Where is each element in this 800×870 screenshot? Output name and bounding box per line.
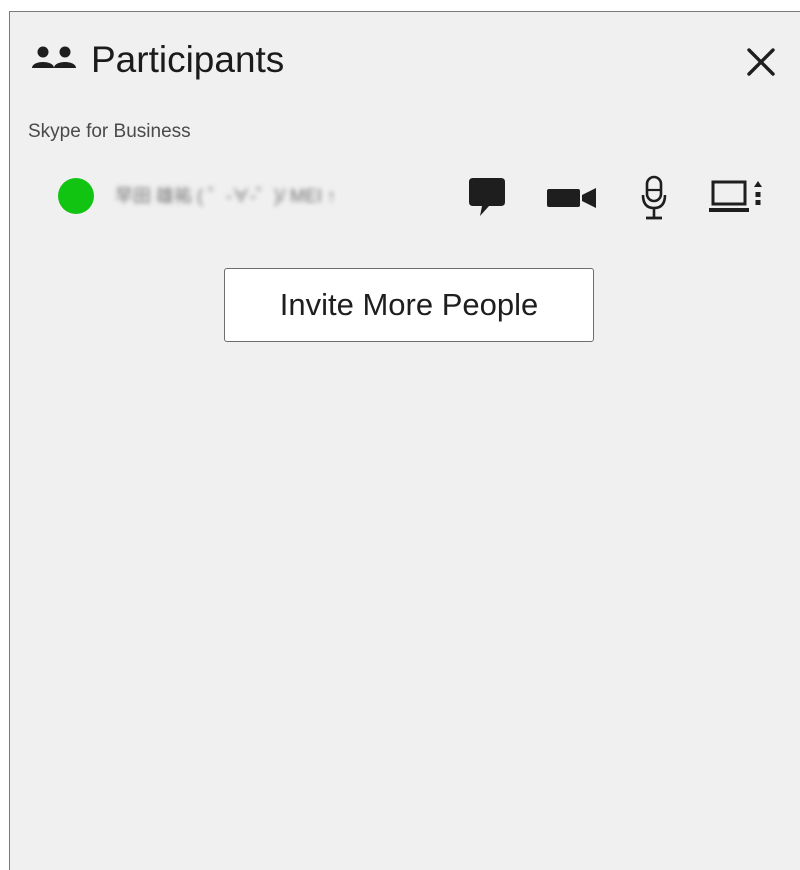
video-icon[interactable] [546,186,598,210]
invite-more-people-button[interactable]: Invite More People [224,268,594,342]
chat-icon[interactable] [467,176,507,220]
panel-header: Participants [10,12,800,108]
people-icon [32,46,76,68]
section-label: Skype for Business [28,121,191,142]
participant-row[interactable]: 早田 雄祐 ( ゜-∀-゜)/ MEI ↑ [10,167,800,227]
presence-status-indicator [58,178,94,214]
screen-share-icon[interactable] [708,178,768,216]
close-icon[interactable] [741,42,781,82]
participants-panel: Participants Skype for Business 早田 雄祐 ( … [9,11,800,870]
microphone-icon[interactable] [640,175,668,221]
participant-name: 早田 雄祐 ( ゜-∀-゜)/ MEI ↑ [115,186,336,206]
page-title: Participants [91,39,285,80]
